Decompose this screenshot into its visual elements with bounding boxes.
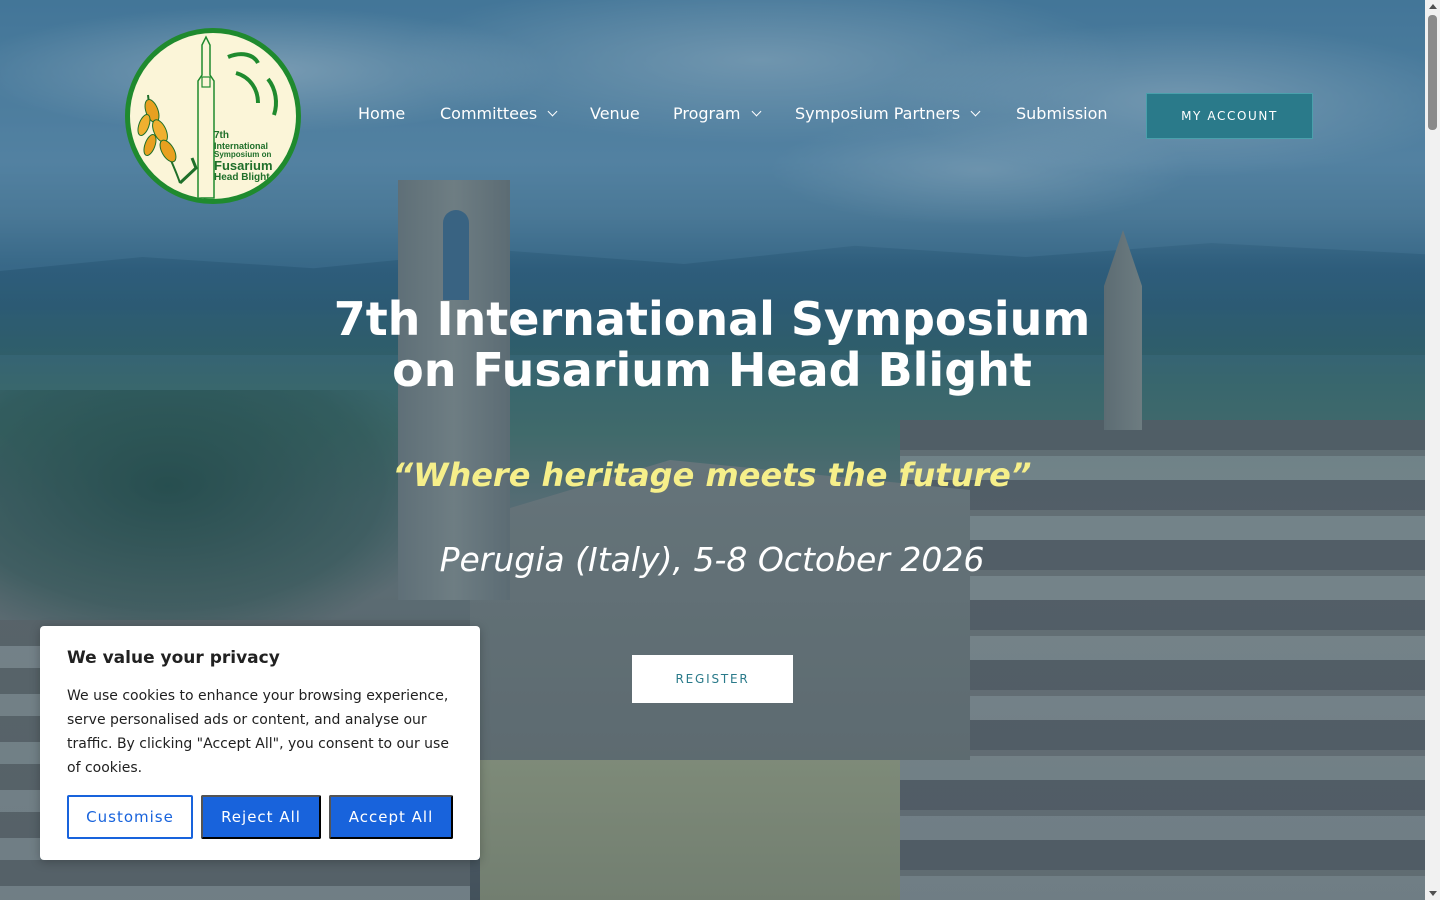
scroll-down-arrow-icon[interactable] — [1429, 891, 1437, 896]
nav-item-label: Symposium Partners — [795, 104, 961, 123]
nav-item-label: Committees — [440, 104, 538, 123]
nav-item-label: Program — [673, 104, 741, 123]
chevron-down-icon — [547, 106, 558, 117]
nav-item-label: Submission — [1016, 104, 1108, 123]
logo-wordmark: 7th International Symposium on Fusarium … — [214, 130, 296, 183]
page-scrollbar[interactable] — [1425, 0, 1440, 900]
accept-all-button[interactable]: Accept All — [329, 795, 453, 839]
hero-tagline: “Where heritage meets the future” — [392, 456, 1032, 494]
nav-item-home[interactable]: Home — [358, 104, 405, 123]
nav-item-venue[interactable]: Venue — [590, 104, 640, 123]
cookie-heading: We value your privacy — [67, 648, 280, 668]
logo-text-line: 7th — [214, 130, 229, 141]
scrollbar-thumb[interactable] — [1428, 15, 1437, 130]
chevron-down-icon — [751, 106, 761, 117]
my-account-button[interactable]: MY ACCOUNT — [1146, 93, 1313, 139]
nav-item-committees[interactable]: Committees — [440, 104, 558, 123]
site-logo[interactable]: 7th International Symposium on Fusarium … — [125, 28, 301, 204]
logo-text-line: Fusarium — [214, 158, 273, 174]
nav-item-label: Home — [358, 104, 406, 123]
cookie-consent-banner: We value your privacy We use cookies to … — [40, 626, 480, 860]
customise-button[interactable]: Customise — [67, 795, 193, 839]
nav-item-submission[interactable]: Submission — [1016, 104, 1108, 123]
title-line: on Fusarium Head Blight — [392, 343, 1032, 397]
nav-item-program[interactable]: Program — [673, 104, 761, 123]
chevron-down-icon — [970, 106, 981, 117]
register-button[interactable]: REGISTER — [632, 655, 793, 703]
scroll-up-arrow-icon[interactable] — [1429, 4, 1437, 9]
event-location-dates: Perugia (Italy), 5-8 October 2026 — [439, 540, 985, 579]
title-line: 7th International Symposium — [333, 292, 1091, 346]
reject-all-button[interactable]: Reject All — [201, 795, 321, 839]
nav-item-symposium-partners[interactable]: Symposium Partners — [795, 104, 981, 123]
page-title: 7th International Symposium on Fusarium … — [300, 294, 1124, 396]
cookie-body-text: We use cookies to enhance your browsing … — [67, 688, 449, 776]
nav-item-label: Venue — [590, 104, 640, 123]
cookie-actions: Customise Reject All Accept All — [67, 795, 453, 839]
logo-text-line: Head Blight — [214, 171, 270, 183]
